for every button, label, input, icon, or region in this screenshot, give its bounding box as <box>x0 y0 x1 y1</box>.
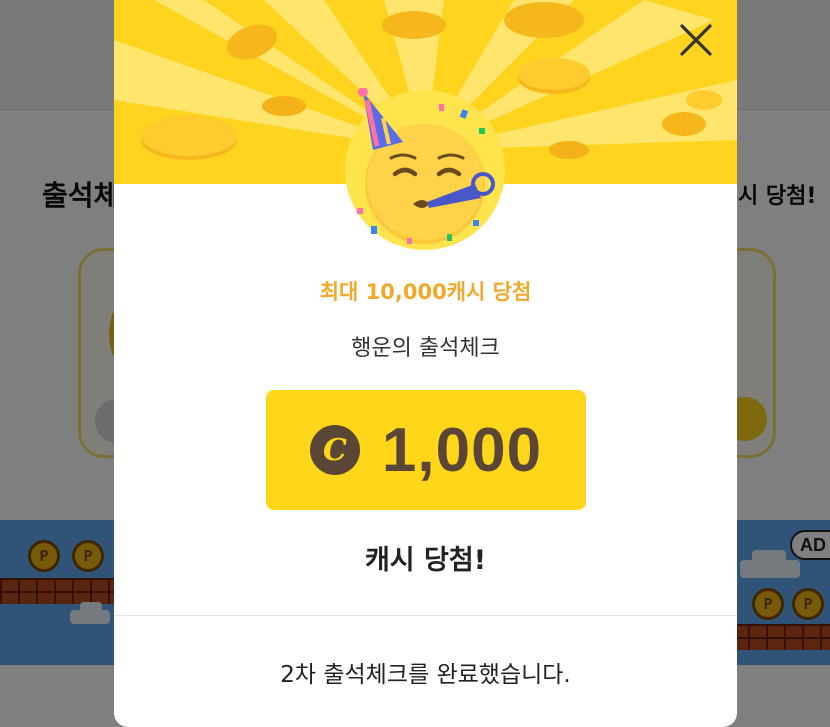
cash-coin-icon: C <box>309 425 360 475</box>
reward-eyebrow: 최대 10,000캐시 당첨 <box>319 280 532 304</box>
reward-result: 캐시 당첨! <box>364 545 487 576</box>
partying-face-emoji <box>343 87 507 252</box>
reward-amount-box: C 1,000 <box>266 390 586 510</box>
close-icon[interactable] <box>674 18 718 62</box>
reward-modal: 최대 10,000캐시 당첨 행운의 출석체크 C 1,000 캐시 당첨! 2… <box>114 0 737 727</box>
completion-message: 2차 출석체크를 완료했습니다. <box>280 662 571 688</box>
event-title: 행운의 출석체크 <box>351 336 500 361</box>
reward-amount: 1,000 <box>381 415 543 485</box>
divider <box>114 615 737 616</box>
